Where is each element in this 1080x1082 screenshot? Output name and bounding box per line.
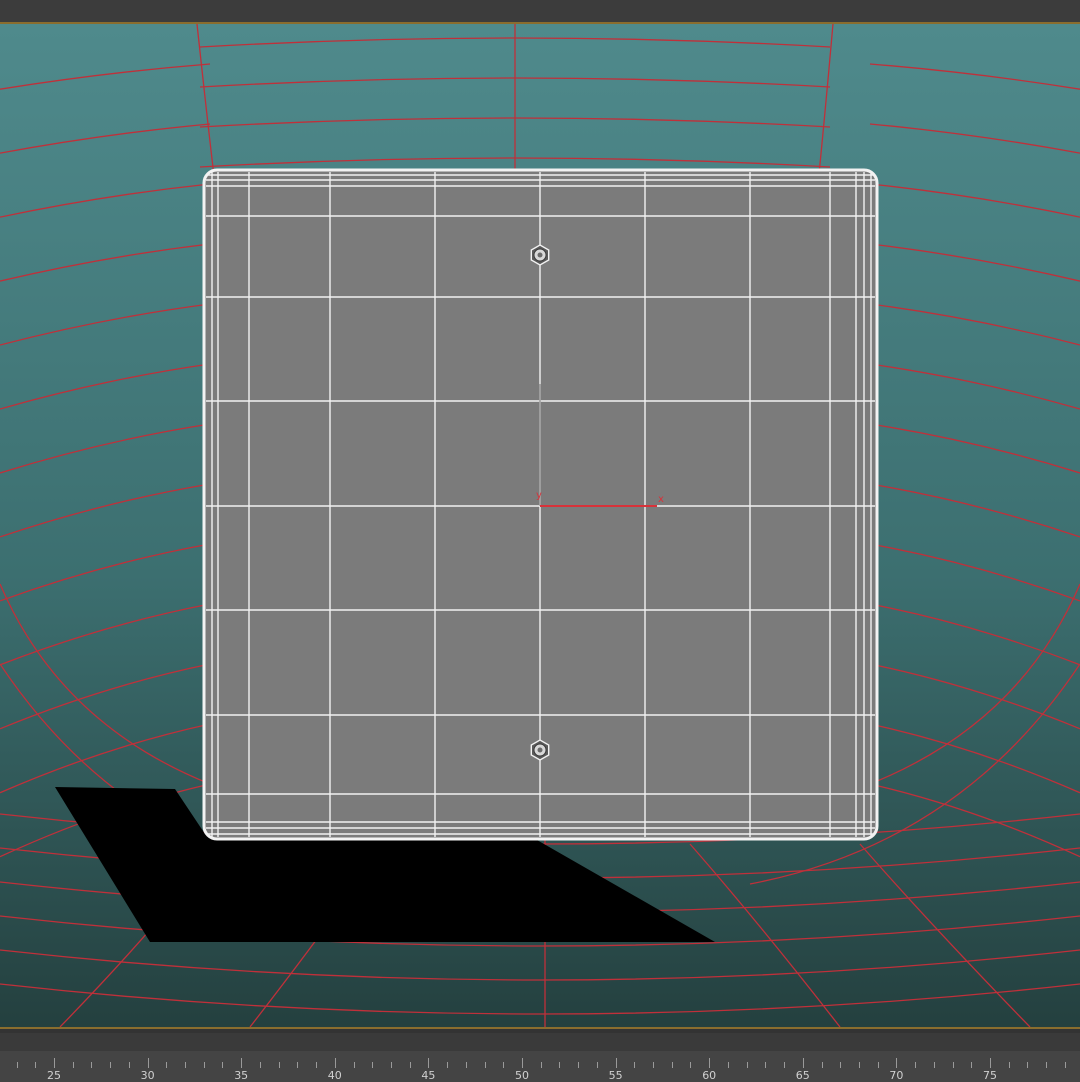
- ruler-tick: [128, 1062, 130, 1068]
- ruler-tick: [185, 1062, 187, 1068]
- ruler-tick: [540, 1062, 542, 1068]
- ruler-tick: [353, 1062, 355, 1068]
- ruler-frame-label: 35: [234, 1069, 249, 1082]
- ruler-tick: [465, 1062, 467, 1068]
- ruler-tick: [1008, 1062, 1010, 1068]
- gizmo-y-label: y: [536, 490, 542, 501]
- ruler-frame-label: 65: [795, 1069, 810, 1082]
- ruler-tick: [390, 1062, 392, 1068]
- ruler-frame-label: 40: [327, 1069, 342, 1082]
- ruler-tick: [91, 1062, 93, 1068]
- ruler-tick: [522, 1058, 523, 1068]
- ruler-frame-label: 45: [421, 1069, 436, 1082]
- ruler-tick: [765, 1062, 767, 1068]
- ruler-tick: [784, 1062, 786, 1068]
- ruler-tick: [896, 1058, 898, 1068]
- ruler-tick: [372, 1062, 374, 1068]
- ruler-tick: [54, 1058, 55, 1068]
- ruler-frame-label: 60: [702, 1069, 717, 1082]
- gizmo-x-label: x: [658, 494, 664, 505]
- ruler-tick: [447, 1062, 449, 1068]
- ruler-tick: [952, 1062, 954, 1068]
- ruler-tick: [821, 1062, 823, 1068]
- ruler-tick: [259, 1062, 261, 1068]
- 3d-viewport[interactable]: x y: [0, 24, 1080, 1027]
- ruler-tick: [596, 1062, 598, 1068]
- ruler-tick: [840, 1062, 842, 1068]
- viewport-scene[interactable]: x y: [0, 24, 1080, 1027]
- ruler-tick: [1064, 1062, 1066, 1068]
- screw-hole-top[interactable]: [530, 244, 550, 266]
- ruler-tick: [278, 1062, 280, 1068]
- timeline-ruler[interactable]: 25303540455055606570758: [0, 1051, 1080, 1082]
- ruler-frame-label: 55: [608, 1069, 623, 1082]
- ruler-tick: [428, 1058, 430, 1068]
- ruler-tick: [578, 1062, 580, 1068]
- ruler-tick: [615, 1058, 617, 1068]
- ruler-frame-label: 25: [47, 1069, 61, 1082]
- ruler-tick: [222, 1062, 224, 1068]
- timeline-bar[interactable]: 25303540455055606570758: [0, 1027, 1080, 1082]
- ruler-tick: [671, 1062, 673, 1068]
- ruler-tick: [559, 1062, 561, 1068]
- ruler-tick: [727, 1062, 729, 1068]
- ruler-tick: [971, 1062, 973, 1068]
- screw-center: [537, 747, 543, 753]
- ruler-tick: [35, 1062, 37, 1068]
- timeline-track[interactable]: [0, 1033, 1080, 1051]
- ruler-frame-label: 50: [515, 1069, 529, 1082]
- ruler-tick: [915, 1062, 917, 1068]
- ruler-tick: [484, 1062, 486, 1068]
- ruler-tick: [634, 1062, 636, 1068]
- ruler-tick: [802, 1058, 804, 1068]
- ruler-frame-label: 70: [889, 1069, 904, 1082]
- ruler-tick: [147, 1058, 149, 1068]
- ruler-tick: [166, 1062, 168, 1068]
- ruler-tick: [877, 1062, 879, 1068]
- ruler-tick: [709, 1058, 711, 1068]
- ruler-frame-label: 30: [140, 1069, 155, 1082]
- viewport-title-bar: [0, 0, 1080, 24]
- ruler-tick: [316, 1062, 318, 1068]
- ruler-tick: [409, 1062, 411, 1068]
- ruler-tick: [16, 1062, 18, 1068]
- ruler-tick: [690, 1062, 692, 1068]
- ruler-tick: [653, 1062, 655, 1068]
- ruler-tick: [203, 1062, 205, 1068]
- ruler-tick: [933, 1062, 935, 1068]
- screw-hole-bottom[interactable]: [530, 739, 550, 761]
- ruler-tick: [1027, 1062, 1029, 1068]
- screw-center: [537, 252, 543, 258]
- ruler-tick: [858, 1062, 860, 1068]
- ruler-tick: [72, 1062, 74, 1068]
- ruler-tick: [503, 1062, 505, 1068]
- ruler-tick: [297, 1062, 299, 1068]
- ruler-frame-label: 75: [983, 1069, 997, 1082]
- ruler-tick: [334, 1058, 336, 1068]
- ruler-tick: [746, 1062, 748, 1068]
- ruler-tick: [110, 1062, 112, 1068]
- ruler-tick: [241, 1058, 243, 1068]
- ruler-tick: [1046, 1062, 1048, 1068]
- ruler-tick: [990, 1058, 991, 1068]
